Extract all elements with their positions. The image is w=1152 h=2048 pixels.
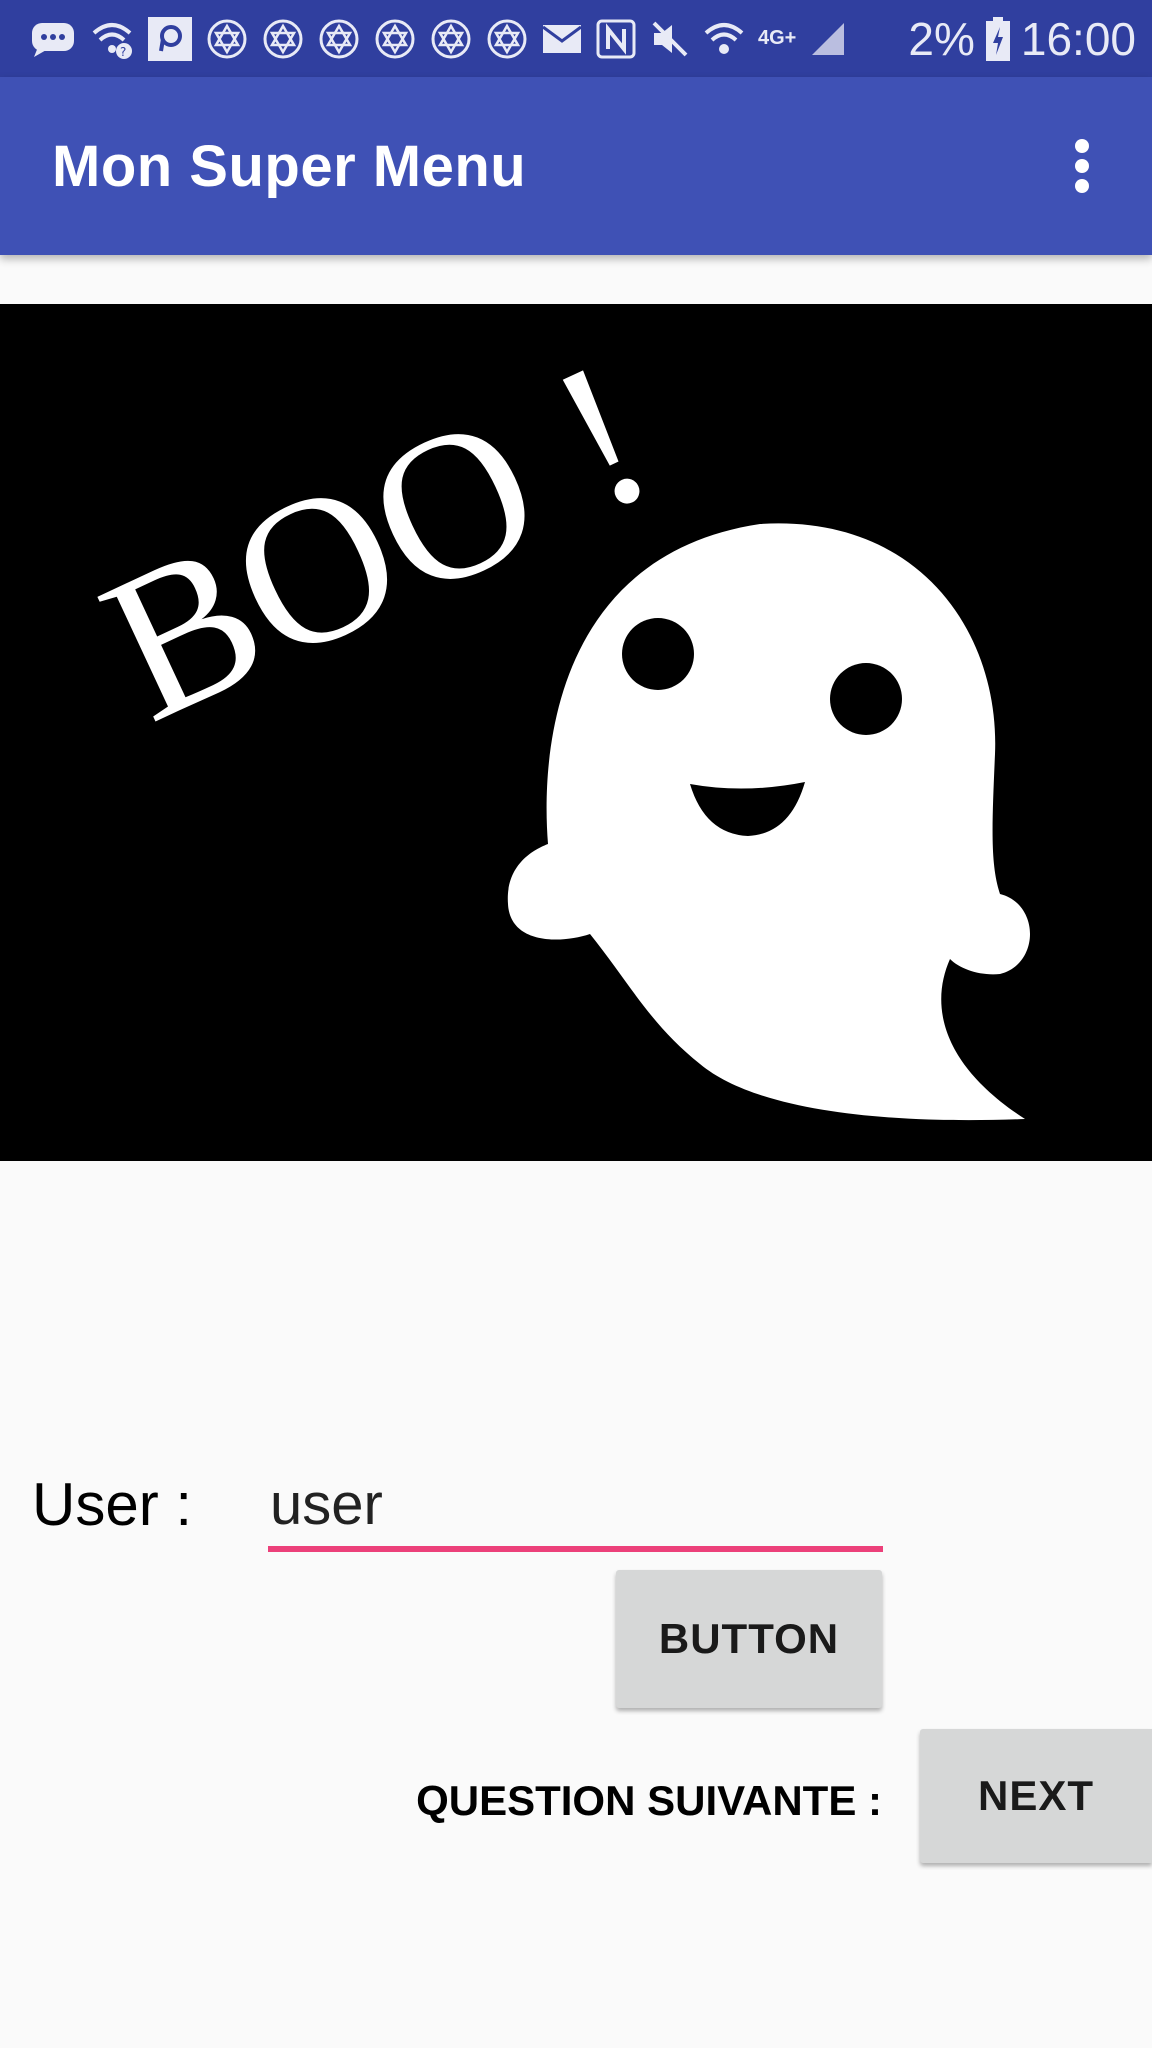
app-bar: Mon Super Menu [0, 77, 1152, 255]
status-time: 16:00 [1020, 12, 1136, 65]
ghost-image: BOO ! [0, 304, 1152, 1161]
nfc-icon [596, 17, 636, 61]
question-label: QUESTION SUIVANTE : [416, 1777, 882, 1824]
main-button[interactable]: BUTTON [616, 1570, 882, 1708]
wifi-question-icon: ? [90, 17, 134, 61]
next-button[interactable]: NEXT [920, 1729, 1152, 1863]
star-of-david-icon [430, 17, 472, 61]
ghost-right-eye [830, 663, 902, 735]
user-label: User : [32, 1471, 193, 1538]
star-of-david-icon [262, 17, 304, 61]
star-of-david-icon [206, 17, 248, 61]
status-bar: ? 4G+ 2% 16:00 [0, 0, 1152, 77]
notification-icons: ? 4G+ [30, 16, 908, 61]
network-type: 4G+ [758, 27, 797, 49]
message-icon [30, 17, 76, 61]
star-of-david-icon [318, 17, 360, 61]
wifi-icon [704, 17, 744, 61]
ghost-icon [507, 523, 1030, 1121]
mail-icon [542, 17, 582, 61]
p-app-icon [148, 16, 192, 61]
more-vert-button[interactable] [1052, 116, 1112, 216]
battery-charging-icon [985, 16, 1011, 61]
signal-icon [810, 17, 846, 61]
more-vert-icon [1075, 139, 1089, 193]
star-of-david-icon [486, 17, 528, 61]
star-of-david-icon [374, 17, 416, 61]
svg-text:?: ? [120, 45, 126, 59]
mute-icon [650, 17, 690, 61]
user-input[interactable] [268, 1462, 883, 1552]
ghost-left-eye [622, 618, 694, 690]
app-title: Mon Super Menu [52, 133, 527, 199]
battery-percent: 2% [908, 12, 975, 65]
